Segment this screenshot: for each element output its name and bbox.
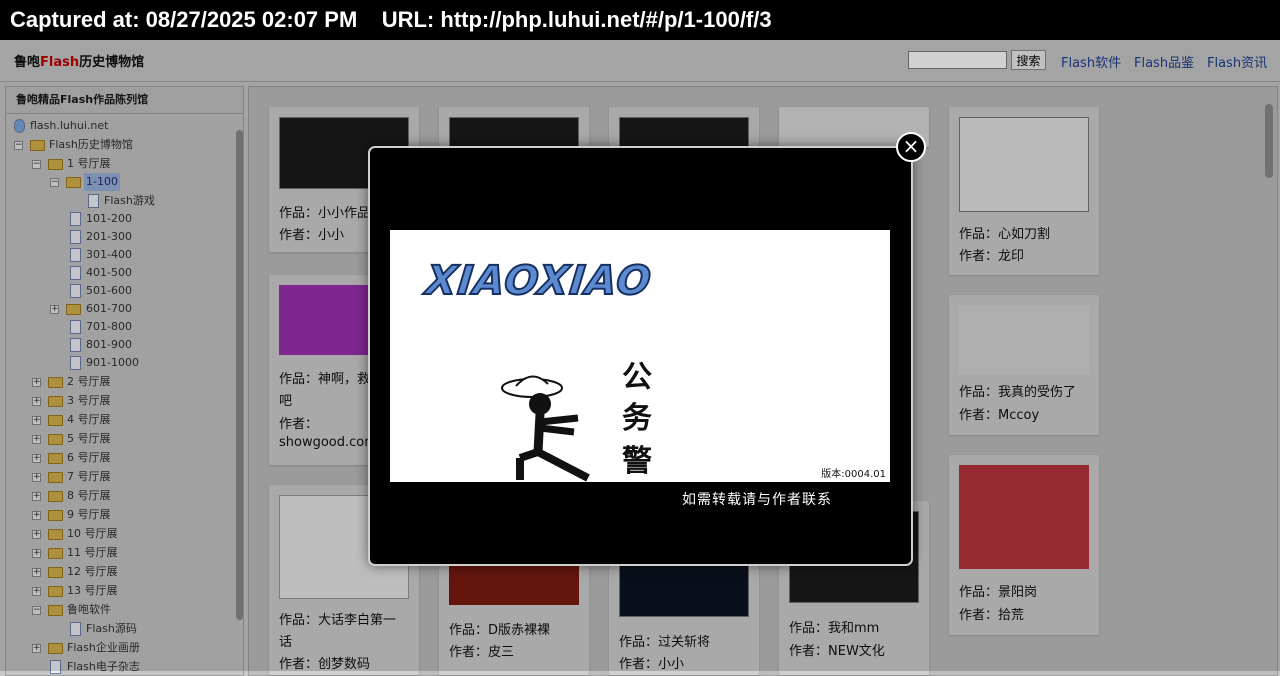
flash-version: 版本:0004.01 [821, 469, 886, 480]
flash-logo-text: XIAOXIAO [423, 257, 655, 305]
flash-title-char: 公 [622, 360, 652, 395]
capture-banner: Captured at: 08/27/2025 02:07 PM URL: ht… [0, 0, 1280, 40]
modal-caption: 如需转载请与作者联系 [682, 492, 832, 508]
flash-player-modal: XIAOXIAO 公 务 警 版本:0004.01 如需转载请与作者联系 [368, 146, 913, 566]
flash-title-char: 警 [622, 444, 652, 479]
flash-stage[interactable]: XIAOXIAO 公 务 警 版本:0004.01 [390, 230, 890, 482]
stick-figure-image [501, 375, 590, 482]
flash-title-char: 务 [622, 401, 652, 436]
close-icon[interactable]: × [896, 132, 926, 162]
